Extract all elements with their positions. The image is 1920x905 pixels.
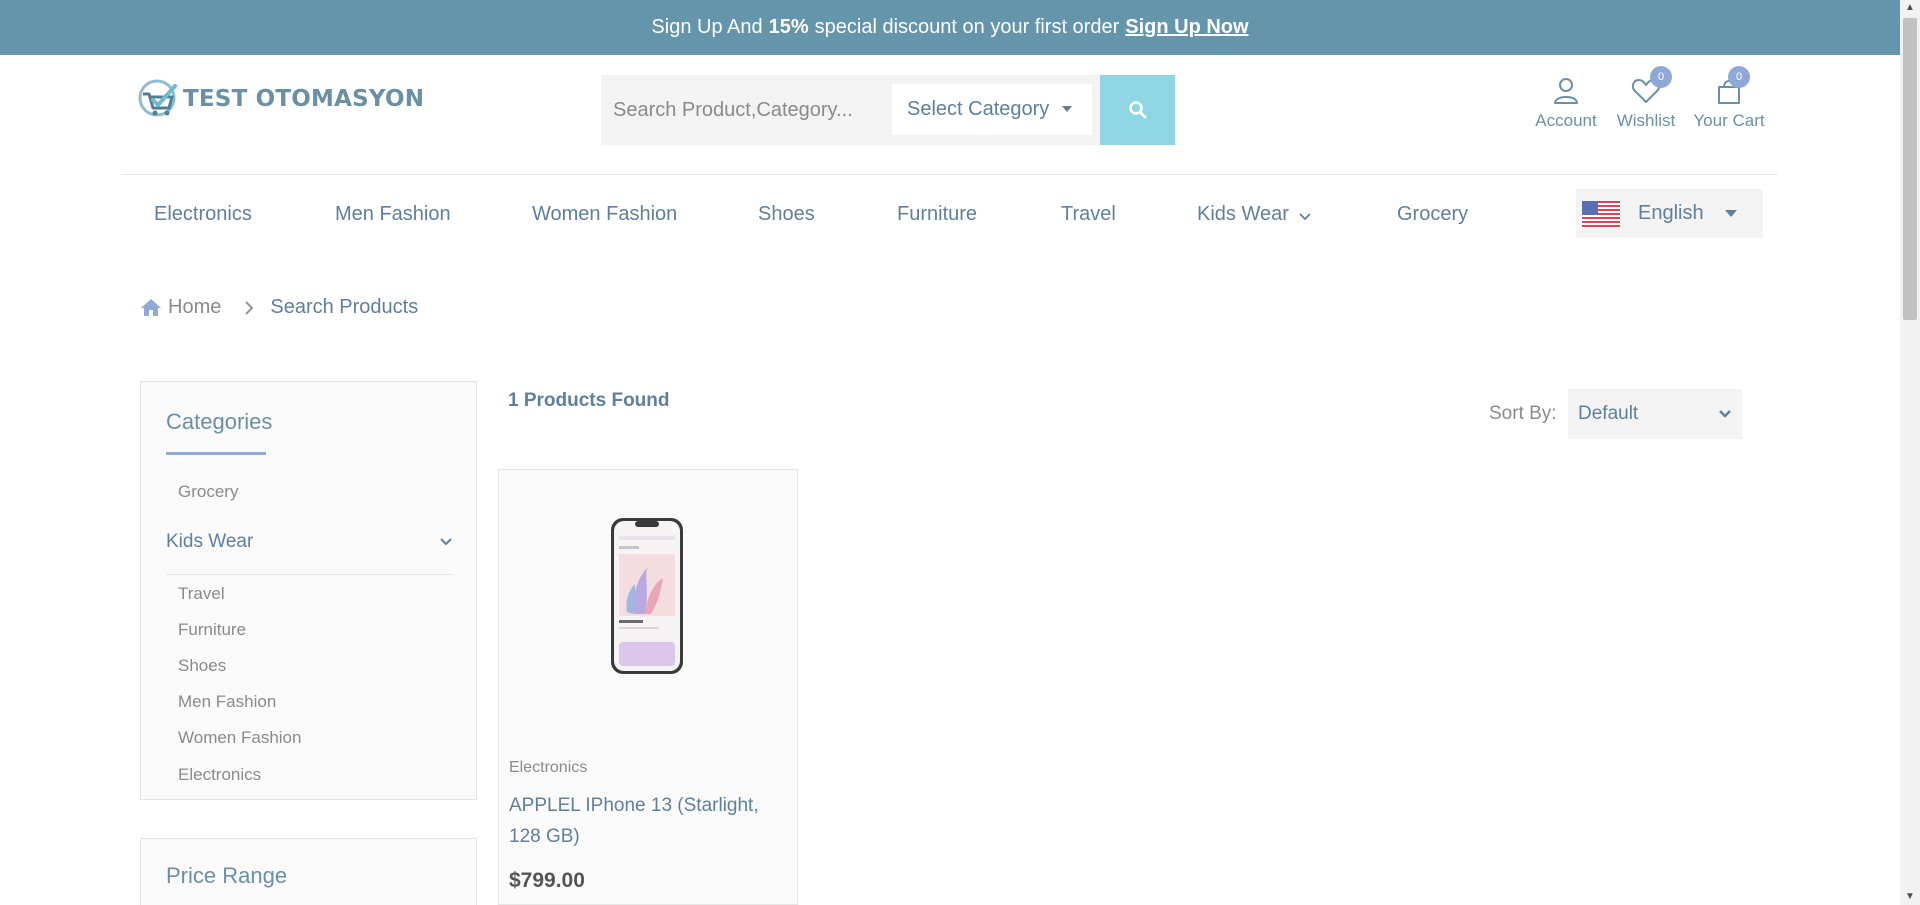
- category-item-travel[interactable]: Travel: [178, 584, 225, 604]
- price-range-title: Price Range: [166, 863, 288, 888]
- product-card[interactable]: Electronics APPLEL IPhone 13 (Starlight,…: [498, 469, 798, 905]
- scroll-down-arrow[interactable]: ▼: [1900, 889, 1920, 905]
- cart-count-badge: 0: [1728, 66, 1750, 88]
- products-found-count: 1 Products Found: [508, 390, 670, 411]
- scrollbar-thumb[interactable]: [1903, 18, 1917, 320]
- category-select[interactable]: Select Category: [892, 84, 1092, 135]
- sort-select-value: Default: [1578, 403, 1639, 424]
- account-label: Account: [1535, 111, 1597, 130]
- category-item-kids-wear[interactable]: Kids Wear: [166, 531, 453, 553]
- category-item-men-fashion[interactable]: Men Fashion: [178, 692, 276, 712]
- nav-item-women-fashion[interactable]: Women Fashion: [532, 203, 677, 226]
- chevron-down-icon[interactable]: [439, 537, 453, 547]
- category-kids-wear-label: Kids Wear: [166, 531, 254, 552]
- category-select-label: Select Category: [907, 98, 1050, 120]
- nav-item-kids-wear-label: Kids Wear: [1197, 203, 1289, 225]
- us-flag-icon: [1582, 200, 1620, 227]
- cart-link[interactable]: Your Cart 0: [1691, 66, 1767, 131]
- header-divider: [122, 174, 1778, 175]
- cart-check-logo-icon: [137, 78, 179, 120]
- product-price: $799.00: [509, 869, 585, 892]
- search-bar: Select Category: [601, 75, 1175, 145]
- nav-item-men-fashion[interactable]: Men Fashion: [335, 203, 451, 226]
- category-item-furniture[interactable]: Furniture: [178, 620, 246, 640]
- cart-label: Your Cart: [1693, 111, 1765, 130]
- wishlist-count-badge: 0: [1650, 66, 1672, 88]
- promo-banner: Sign Up And 15% special discount on your…: [0, 0, 1900, 55]
- categories-title: Categories: [166, 409, 273, 434]
- sort-select[interactable]: Default: [1568, 389, 1742, 439]
- product-category[interactable]: Electronics: [509, 759, 587, 777]
- nav-item-shoes[interactable]: Shoes: [758, 203, 815, 226]
- chevron-right-icon: [245, 300, 254, 315]
- product-title-line-1: APPLEL IPhone 13 (Starlight,: [509, 795, 759, 816]
- chevron-down-icon: [1299, 212, 1311, 220]
- category-item-women-fashion[interactable]: Women Fashion: [178, 728, 301, 748]
- categories-panel: Categories Grocery Kids Wear Travel Furn…: [140, 381, 477, 800]
- breadcrumb-current: Search Products: [270, 296, 419, 318]
- breadcrumb-home[interactable]: Home: [168, 296, 221, 319]
- search-icon: [1128, 101, 1146, 119]
- banner-prefix: Sign Up And: [651, 16, 763, 38]
- home-icon: [141, 299, 161, 316]
- user-icon: [1554, 78, 1578, 104]
- category-divider: [166, 574, 453, 575]
- nav-item-electronics[interactable]: Electronics: [154, 203, 252, 226]
- search-button[interactable]: [1100, 75, 1175, 145]
- caret-down-icon: [1725, 210, 1737, 217]
- chevron-down-icon: [1719, 410, 1731, 418]
- search-input[interactable]: [613, 75, 883, 145]
- logo-text: TEST OTOMASYON: [183, 86, 425, 112]
- wishlist-link[interactable]: Wishlist 0: [1612, 66, 1680, 131]
- language-label: English: [1638, 202, 1704, 224]
- nav-item-kids-wear[interactable]: Kids Wear: [1197, 203, 1312, 226]
- banner-highlight: 15%: [768, 16, 809, 38]
- category-item-grocery[interactable]: Grocery: [178, 482, 238, 502]
- sign-up-link[interactable]: Sign Up Now: [1125, 16, 1248, 39]
- breadcrumb: Home Search Products: [140, 296, 418, 319]
- account-link[interactable]: Account: [1533, 76, 1599, 131]
- nav-item-grocery[interactable]: Grocery: [1397, 203, 1468, 226]
- caret-down-icon: [1062, 106, 1072, 112]
- product-image[interactable]: [609, 516, 685, 676]
- language-selector[interactable]: English: [1576, 189, 1763, 238]
- product-title[interactable]: APPLEL IPhone 13 (Starlight, 128 GB): [509, 790, 759, 852]
- banner-suffix: special discount on your first order: [814, 16, 1120, 38]
- wishlist-label: Wishlist: [1616, 111, 1676, 130]
- site-logo[interactable]: TEST OTOMASYON: [137, 78, 424, 120]
- category-item-shoes[interactable]: Shoes: [178, 656, 226, 676]
- price-range-panel: Price Range: [140, 838, 477, 905]
- sort-by-label: Sort By:: [1489, 403, 1557, 424]
- product-title-line-2: 128 GB): [509, 826, 580, 847]
- nav-item-travel[interactable]: Travel: [1061, 203, 1116, 226]
- nav-item-furniture[interactable]: Furniture: [897, 203, 977, 226]
- category-item-electronics[interactable]: Electronics: [178, 765, 261, 785]
- scroll-up-arrow[interactable]: ▲: [1900, 0, 1920, 16]
- categories-title-underline: [166, 452, 266, 455]
